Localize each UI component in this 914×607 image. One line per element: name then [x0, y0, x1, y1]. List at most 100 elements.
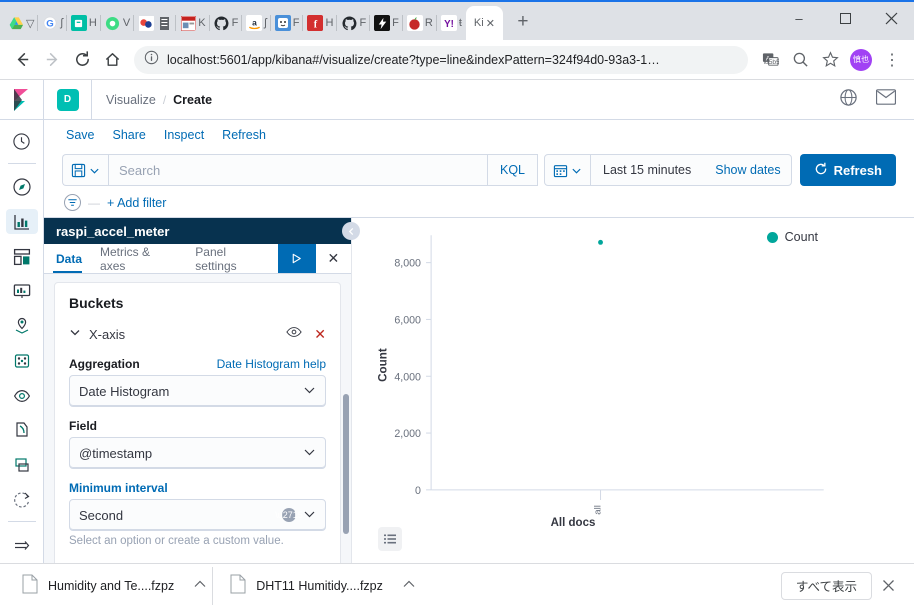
chevron-up-icon[interactable] [403, 580, 415, 591]
refresh-button[interactable]: Refresh [799, 154, 896, 186]
browser-tab[interactable]: F [369, 8, 403, 38]
address-bar[interactable]: localhost:5601/app/kibana#/visualize/cre… [134, 45, 748, 74]
kibana-header: D Visualize / Create [0, 80, 914, 120]
minimize-button[interactable]: – [776, 2, 822, 34]
tab-label: F [231, 17, 239, 29]
sidebar-item-apm[interactable] [6, 453, 38, 478]
inspect-button[interactable]: Inspect [164, 128, 204, 142]
download-item[interactable]: DHT11 Humitidy....fzpz [212, 566, 427, 605]
globe-icon[interactable] [839, 88, 858, 112]
query-language-badge[interactable]: KQL [487, 154, 538, 186]
minimum-interval-value: Second [79, 507, 124, 523]
svg-text:f: f [314, 19, 318, 30]
search-input[interactable]: Search [108, 154, 488, 186]
field-label: Field [69, 419, 98, 433]
breadcrumb: Visualize / Create [92, 93, 839, 107]
back-button[interactable] [8, 46, 36, 74]
sidebar-item-uptime[interactable] [6, 488, 38, 513]
clear-icon[interactable]: \u2715 [275, 508, 303, 522]
zoom-icon[interactable] [786, 46, 814, 74]
browser-tab-active[interactable]: Ki ✕ [465, 6, 503, 40]
config-scrollbar[interactable] [343, 394, 349, 534]
browser-tab[interactable]: F [269, 8, 304, 38]
close-editor-button[interactable]: ✕ [316, 244, 351, 273]
aggregation-select[interactable]: Date Histogram [69, 375, 326, 407]
new-tab-button[interactable]: + [509, 8, 537, 36]
browser-tab[interactable]: F [208, 8, 243, 38]
browser-tab[interactable]: V [99, 8, 134, 38]
space-selector[interactable]: D [44, 80, 92, 119]
tab-label: H [325, 17, 334, 29]
sidebar-item-infrastructure[interactable] [6, 383, 38, 408]
apply-changes-button[interactable] [278, 244, 316, 273]
browser-tab[interactable]: ▽ [4, 8, 38, 38]
home-button[interactable] [98, 46, 126, 74]
share-button[interactable]: Share [113, 128, 146, 142]
sidebar-item-discover[interactable] [6, 175, 38, 200]
sidebar-item-visualize[interactable] [5, 209, 38, 235]
ytick-8000: 8,000 [394, 258, 421, 270]
chevron-up-icon[interactable] [194, 580, 206, 591]
sidebar-item-recently-viewed[interactable] [6, 129, 38, 154]
show-dates-button[interactable]: Show dates [705, 163, 790, 177]
forward-button[interactable] [38, 46, 66, 74]
maximize-button[interactable] [822, 2, 868, 34]
x-axis-title-wrap: All docs [352, 513, 914, 531]
translate-icon[interactable]: A\u5b57 [756, 46, 784, 74]
browser-tab[interactable]: R [401, 8, 437, 38]
browser-tab[interactable]: Y! ŧ [435, 8, 466, 38]
filter-icon[interactable] [64, 194, 81, 211]
tab-data[interactable]: Data [44, 244, 91, 273]
bucket-header[interactable]: X-axis ✕ [69, 325, 326, 343]
aggregation-help-link[interactable]: Date Histogram help [217, 357, 326, 371]
config-scroll-region[interactable]: Buckets X-axis ✕ Aggregation Date Histog… [44, 274, 351, 563]
profile-avatar[interactable]: 慎也 [850, 48, 872, 71]
browser-tab[interactable]: f H [302, 8, 337, 38]
sidebar-item-machine-learning[interactable] [6, 348, 38, 373]
info-icon[interactable] [144, 50, 159, 70]
sidebar-collapse-toggle[interactable] [6, 533, 38, 558]
sidebar-item-canvas[interactable] [6, 279, 38, 304]
mail-icon[interactable] [875, 89, 897, 110]
browser-tab[interactable] [133, 8, 176, 38]
add-filter-button[interactable]: + Add filter [107, 196, 166, 210]
sidebar-item-logs[interactable] [6, 418, 38, 443]
sidebar-item-maps[interactable] [6, 314, 38, 339]
browser-tab[interactable]: K [175, 8, 209, 38]
field-value: @timestamp [79, 445, 153, 461]
sidebar-item-dashboard[interactable] [6, 244, 38, 269]
close-window-button[interactable] [868, 2, 914, 34]
show-all-downloads-button[interactable]: すべて表示 [780, 571, 872, 600]
browser-tab[interactable]: F [336, 8, 370, 38]
browser-tab[interactable]: H [65, 8, 101, 38]
browser-tab[interactable]: G ʃ [37, 8, 66, 38]
remove-bucket-button[interactable]: ✕ [314, 326, 326, 343]
list-icon[interactable] [378, 527, 402, 551]
tab-panel-settings[interactable]: Panel settings [186, 244, 278, 273]
tab-list: ▽ G ʃ H V K F a ʃ F f H F F R Y! ŧ Ki ✕ … [0, 6, 776, 40]
minimum-interval-select[interactable]: Second \u2715 [69, 499, 326, 531]
chevron-down-icon[interactable] [69, 325, 81, 343]
close-download-bar-button[interactable] [872, 579, 904, 592]
browser-tab[interactable]: a ʃ [241, 8, 270, 38]
reload-button[interactable] [68, 46, 96, 74]
tab-label: ŧ [458, 17, 462, 29]
kibana-logo-icon[interactable] [0, 80, 44, 119]
saved-query-button[interactable] [62, 154, 108, 186]
date-range-text[interactable]: Last 15 minutes [591, 163, 705, 177]
eye-icon[interactable] [286, 325, 302, 343]
browser-menu-icon[interactable]: ⋮ [878, 46, 906, 74]
chart-canvas[interactable]: 0 2,000 4,000 6,000 8,000 Count all [352, 218, 914, 541]
bookmark-star-icon[interactable] [816, 46, 844, 74]
github-icon [214, 15, 230, 31]
save-button[interactable]: Save [66, 128, 95, 142]
close-icon[interactable]: ✕ [486, 17, 495, 30]
tab-metrics-axes[interactable]: Metrics & axes [91, 244, 186, 273]
download-filename: Humidity and Te....fzpz [48, 578, 175, 593]
header-actions [839, 88, 914, 112]
download-item[interactable]: Humidity and Te....fzpz [10, 571, 218, 601]
refresh-link[interactable]: Refresh [222, 128, 266, 142]
calendar-icon[interactable] [545, 155, 591, 185]
field-select[interactable]: @timestamp [69, 437, 326, 469]
breadcrumb-visualize[interactable]: Visualize [106, 93, 156, 107]
